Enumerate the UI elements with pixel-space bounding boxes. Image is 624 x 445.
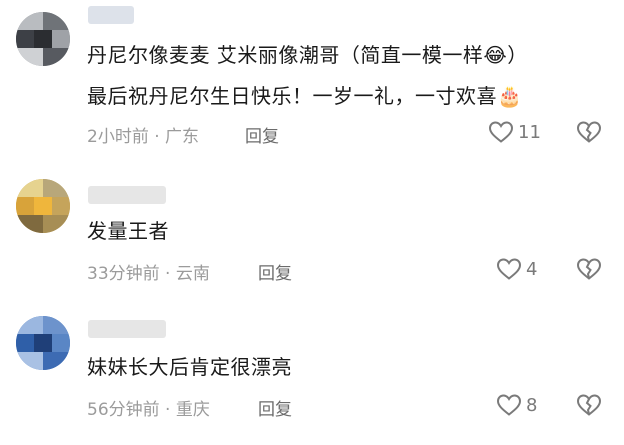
reply-button[interactable]: 回复 — [258, 395, 292, 420]
comment-line-1: 丹尼尔像麦麦 艾米丽像潮哥（简直一模一样 — [87, 43, 484, 67]
heart-outline-icon — [496, 258, 522, 280]
comment-text: 发量王者 — [87, 214, 169, 248]
like-count: 11 — [518, 121, 541, 143]
dislike-button[interactable] — [576, 120, 602, 144]
dislike-button[interactable] — [576, 393, 602, 417]
laughing-emoji-icon: 😂 — [483, 43, 508, 67]
reply-button[interactable]: 回复 — [245, 122, 279, 147]
location: 云南 — [175, 264, 210, 284]
location: 重庆 — [175, 400, 210, 420]
comment-meta: 56分钟前 · 重庆 — [87, 395, 210, 420]
like-button[interactable]: 8 — [496, 393, 537, 417]
separator: · — [165, 400, 171, 420]
heart-outline-icon — [496, 394, 522, 416]
comment-line-2: 最后祝丹尼尔生日快乐！一岁一礼，一寸欢喜 — [87, 84, 497, 108]
broken-heart-icon — [576, 258, 602, 280]
username-blurred[interactable] — [88, 320, 166, 338]
cake-emoji-icon: 🎂 — [497, 84, 523, 108]
comment-meta: 33分钟前 · 云南 — [87, 259, 210, 284]
separator: · — [154, 127, 160, 147]
avatar[interactable] — [16, 179, 70, 233]
like-count: 4 — [526, 258, 538, 280]
avatar[interactable] — [16, 316, 70, 370]
location: 广东 — [165, 127, 200, 147]
dislike-button[interactable] — [576, 257, 602, 281]
comment-line-1: 妹妹长大后肯定很漂亮 — [87, 355, 292, 379]
username-blurred[interactable] — [88, 186, 166, 204]
timestamp: 2小时前 — [87, 127, 149, 147]
heart-outline-icon — [488, 121, 514, 143]
username-blurred[interactable] — [88, 6, 134, 24]
avatar[interactable] — [16, 12, 70, 66]
broken-heart-icon — [576, 121, 602, 143]
separator: · — [165, 264, 171, 284]
like-count: 8 — [526, 394, 538, 416]
comment-text: 妹妹长大后肯定很漂亮 — [87, 350, 292, 384]
timestamp: 56分钟前 — [87, 400, 160, 420]
like-button[interactable]: 11 — [488, 120, 541, 144]
broken-heart-icon — [576, 394, 602, 416]
comment-meta: 2小时前 · 广东 — [87, 122, 199, 147]
comment-line-1: 发量王者 — [87, 219, 169, 243]
like-button[interactable]: 4 — [496, 257, 537, 281]
timestamp: 33分钟前 — [87, 264, 160, 284]
close-paren: ） — [507, 43, 528, 67]
comment-text: 丹尼尔像麦麦 艾米丽像潮哥（简直一模一样😂） — [87, 38, 528, 72]
comment-text: 最后祝丹尼尔生日快乐！一岁一礼，一寸欢喜🎂 — [87, 79, 522, 113]
reply-button[interactable]: 回复 — [258, 259, 292, 284]
